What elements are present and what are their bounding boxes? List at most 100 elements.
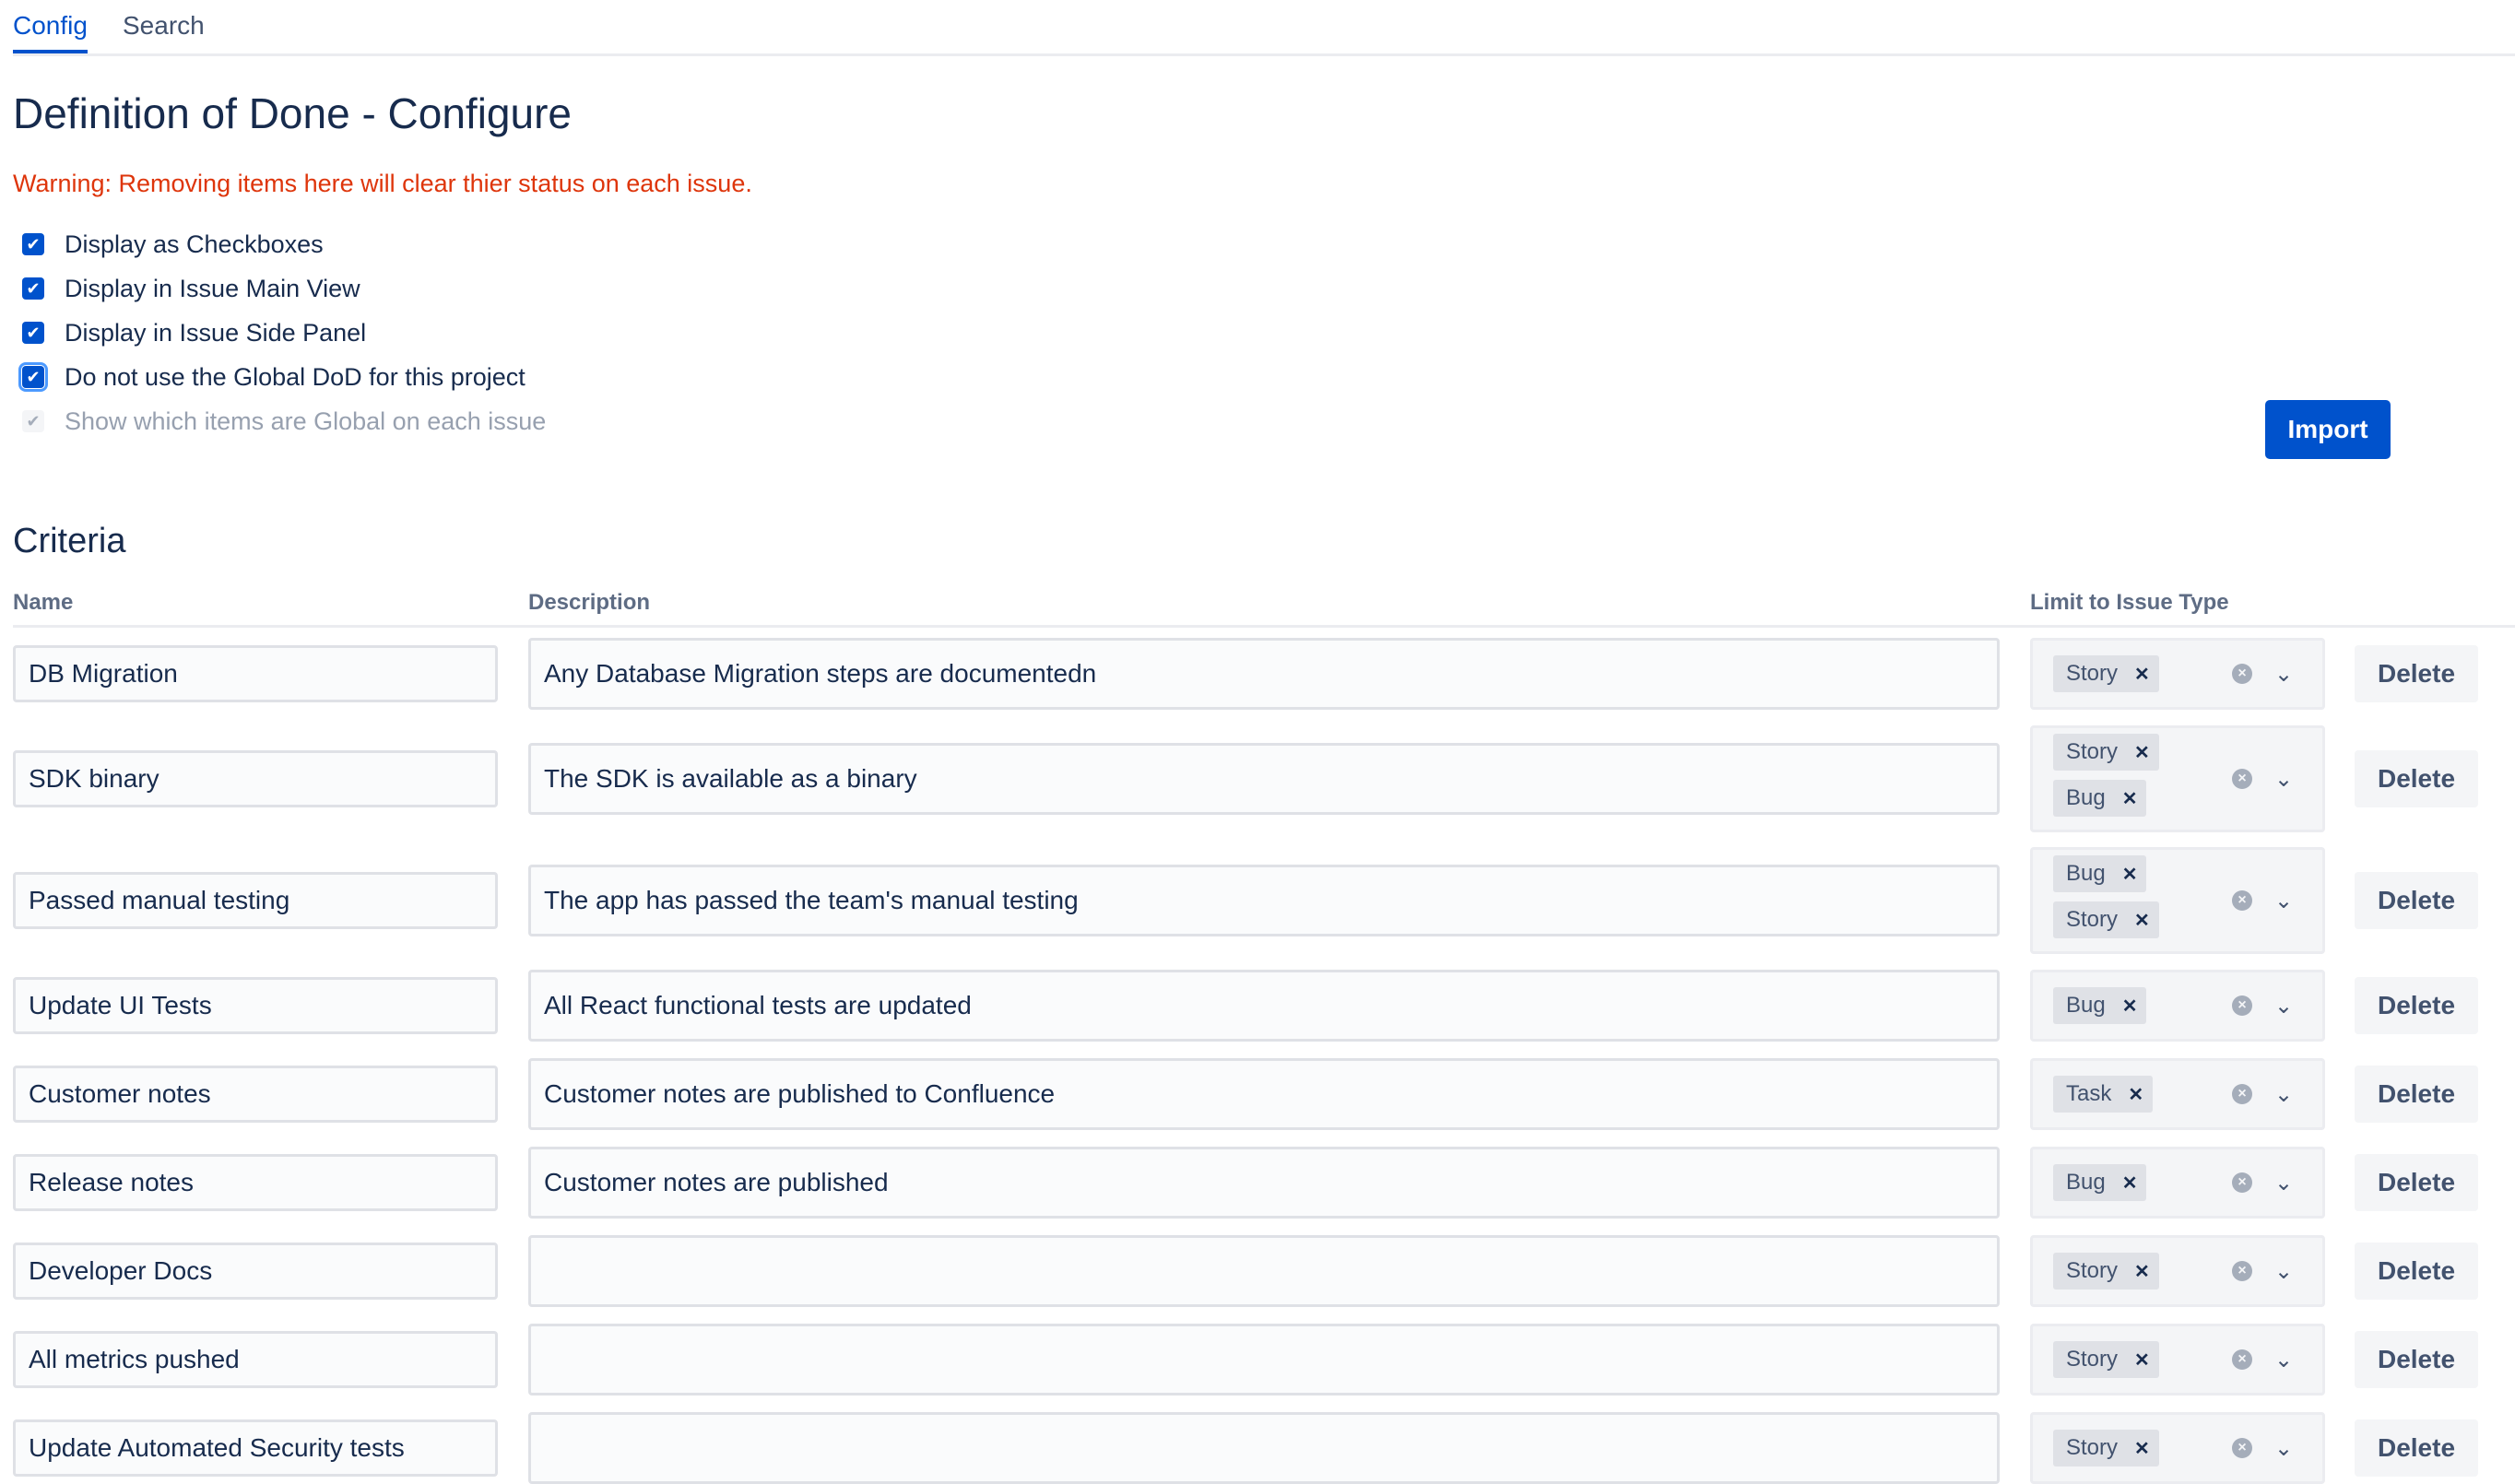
issue-type-tag-label: Bug [2066,861,2106,886]
x-icon[interactable]: ✕ [2122,1172,2138,1195]
criteria-name-input[interactable]: Update UI Tests [13,977,498,1034]
x-icon[interactable]: ✕ [2128,1083,2143,1106]
criteria-name-input[interactable]: DB Migration [13,645,498,702]
page-title: Definition of Done - Configure [13,89,572,137]
check-icon: ✔ [22,410,44,432]
delete-button[interactable]: Delete [2355,750,2478,807]
issue-type-tag: Bug ✕ [2053,780,2147,817]
delete-button[interactable]: Delete [2355,872,2478,929]
issue-type-tag-label: Story [2066,739,2119,764]
check-icon[interactable]: ✔ [22,322,44,344]
criteria-description-input[interactable]: Customer notes are published [528,1147,2000,1219]
criteria-description-input[interactable]: Any Database Migration steps are documen… [528,638,2000,710]
issue-type-select[interactable]: Bug ✕ × ⌄ [2030,1147,2325,1219]
chevron-down-icon[interactable]: ⌄ [2274,1435,2293,1462]
issue-type-tag-label: Story [2066,661,2119,686]
tab-config[interactable]: Config [13,9,88,53]
chevron-down-icon[interactable]: ⌄ [2274,1258,2293,1285]
issue-type-select[interactable]: Bug ✕ × ⌄ [2030,970,2325,1042]
clear-circle-icon[interactable]: × [2232,769,2252,789]
x-icon[interactable]: ✕ [2134,1437,2150,1460]
criteria-description-input[interactable]: The SDK is available as a binary [528,743,2000,815]
chevron-down-icon[interactable]: ⌄ [2274,1081,2293,1108]
delete-button[interactable]: Delete [2355,1331,2478,1388]
issue-type-tag-label: Story [2066,1347,2119,1372]
chevron-down-icon[interactable]: ⌄ [2274,888,2293,914]
x-icon[interactable]: ✕ [2134,1260,2150,1283]
check-icon[interactable]: ✔ [22,233,44,255]
x-icon[interactable]: ✕ [2122,863,2138,886]
issue-type-select[interactable]: Story ✕ × ⌄ [2030,638,2325,710]
delete-button[interactable]: Delete [2355,1154,2478,1211]
issue-type-tag: Story ✕ [2053,1430,2159,1466]
delete-button[interactable]: Delete [2355,977,2478,1034]
issue-type-tag-label: Story [2066,1435,2119,1460]
issue-type-select[interactable]: Bug ✕ Story ✕ × ⌄ [2030,847,2325,954]
criteria-name-input[interactable]: All metrics pushed [13,1331,498,1388]
check-icon[interactable]: ✔ [18,362,48,392]
option-issue-main-view[interactable]: ✔ Display in Issue Main View [22,272,360,305]
issue-type-select[interactable]: Story ✕ × ⌄ [2030,1412,2325,1484]
delete-button[interactable]: Delete [2355,1419,2478,1477]
option-label: Display in Issue Main View [65,274,360,302]
table-header-divider [13,625,2515,628]
criteria-name-input[interactable]: Update Automated Security tests [13,1419,498,1477]
criteria-description-input[interactable]: The app has passed the team's manual tes… [528,865,2000,936]
x-icon[interactable]: ✕ [2134,1349,2150,1372]
option-label: Display as Checkboxes [65,230,324,258]
issue-type-select[interactable]: Story ✕ × ⌄ [2030,1235,2325,1307]
x-icon[interactable]: ✕ [2134,663,2150,686]
column-header-issue-type: Limit to Issue Type [2030,590,2229,615]
option-issue-side-panel[interactable]: ✔ Display in Issue Side Panel [22,316,366,349]
criteria-name-input[interactable]: Customer notes [13,1066,498,1123]
issue-type-tag-label: Story [2066,907,2119,932]
issue-type-tag-label: Task [2066,1081,2112,1106]
clear-circle-icon[interactable]: × [2232,1438,2252,1458]
tab-search[interactable]: Search [123,9,205,50]
x-icon[interactable]: ✕ [2134,741,2150,764]
issue-type-tag-label: Story [2066,1258,2119,1283]
criteria-name-input[interactable]: SDK binary [13,750,498,807]
criteria-description-input[interactable] [528,1324,2000,1396]
chevron-down-icon[interactable]: ⌄ [2274,661,2293,688]
delete-button[interactable]: Delete [2355,1243,2478,1300]
clear-circle-icon[interactable]: × [2232,1172,2252,1193]
import-button[interactable]: Import [2265,400,2391,459]
criteria-heading: Criteria [13,522,126,560]
column-header-description: Description [528,590,651,615]
warning-message: Warning: Removing items here will clear … [13,170,752,197]
criteria-description-input[interactable]: All React functional tests are updated [528,970,2000,1042]
clear-circle-icon[interactable]: × [2232,1349,2252,1370]
chevron-down-icon[interactable]: ⌄ [2274,1170,2293,1196]
check-icon[interactable]: ✔ [22,277,44,300]
criteria-description-input[interactable] [528,1235,2000,1307]
x-icon[interactable]: ✕ [2122,787,2138,810]
issue-type-tag: Story ✕ [2053,901,2159,938]
criteria-name-input[interactable]: Release notes [13,1154,498,1211]
x-icon[interactable]: ✕ [2134,909,2150,932]
clear-circle-icon[interactable]: × [2232,1084,2252,1104]
issue-type-tag: Bug ✕ [2053,987,2147,1024]
delete-button[interactable]: Delete [2355,1066,2478,1123]
clear-circle-icon[interactable]: × [2232,1261,2252,1281]
issue-type-select[interactable]: Task ✕ × ⌄ [2030,1058,2325,1130]
issue-type-tag-label: Bug [2066,1170,2106,1195]
criteria-name-input[interactable]: Developer Docs [13,1243,498,1300]
clear-circle-icon[interactable]: × [2232,890,2252,911]
option-no-global-dod[interactable]: ✔ Do not use the Global DoD for this pro… [18,360,525,394]
clear-circle-icon[interactable]: × [2232,664,2252,684]
chevron-down-icon[interactable]: ⌄ [2274,1347,2293,1373]
option-display-checkboxes[interactable]: ✔ Display as Checkboxes [22,228,324,261]
issue-type-select[interactable]: Story ✕ Bug ✕ × ⌄ [2030,725,2325,832]
option-show-global-items: ✔ Show which items are Global on each is… [22,405,546,438]
chevron-down-icon[interactable]: ⌄ [2274,993,2293,1019]
criteria-description-input[interactable]: Customer notes are published to Confluen… [528,1058,2000,1130]
criteria-description-input[interactable] [528,1412,2000,1484]
issue-type-tag-label: Bug [2066,993,2106,1018]
delete-button[interactable]: Delete [2355,645,2478,702]
chevron-down-icon[interactable]: ⌄ [2274,766,2293,793]
clear-circle-icon[interactable]: × [2232,995,2252,1016]
criteria-name-input[interactable]: Passed manual testing [13,872,498,929]
issue-type-select[interactable]: Story ✕ × ⌄ [2030,1324,2325,1396]
x-icon[interactable]: ✕ [2122,995,2138,1018]
